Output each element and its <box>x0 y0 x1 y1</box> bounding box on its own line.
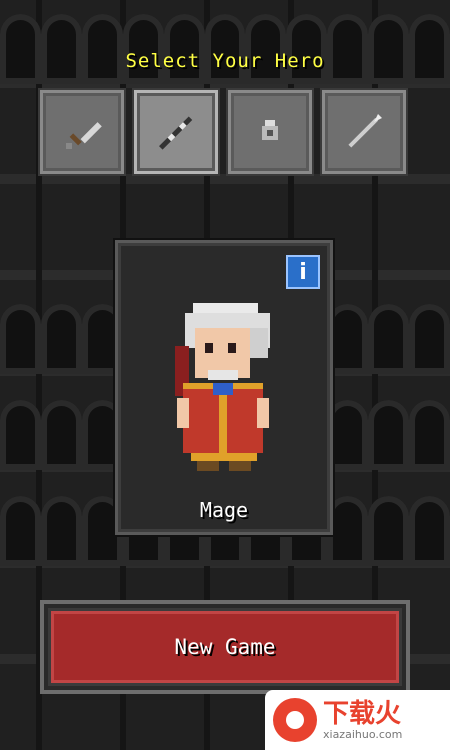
new-game-label: New Game <box>174 635 276 659</box>
hero-select-warrior-button[interactable] <box>40 90 124 174</box>
staff-icon <box>159 116 193 150</box>
info-button[interactable]: i <box>286 255 320 289</box>
spear-icon <box>348 114 382 148</box>
watermark-title: 下载火 <box>323 698 402 729</box>
screen-title: Select Your Hero <box>125 50 325 72</box>
site-watermark: 下载火 xiazaihuo.com <box>265 690 450 750</box>
hero-select-rogue-button[interactable] <box>228 90 312 174</box>
cloak-icon <box>262 120 278 140</box>
new-game-button-face: New Game <box>51 611 399 683</box>
watermark-url: xiazaihuo.com <box>323 727 403 741</box>
sword-icon <box>66 122 102 149</box>
mage-hero-sprite <box>175 303 270 471</box>
hero-select-huntress-button[interactable] <box>322 90 406 174</box>
hero-name-label: Mage <box>199 498 249 522</box>
info-icon: i <box>299 259 307 285</box>
wall-arches-row <box>0 0 450 96</box>
new-game-button[interactable]: New Game <box>40 600 410 694</box>
hero-select-mage-button[interactable] <box>134 90 218 174</box>
hero-portrait-panel: i Mage <box>115 240 333 535</box>
fire-logo-icon <box>273 698 317 742</box>
